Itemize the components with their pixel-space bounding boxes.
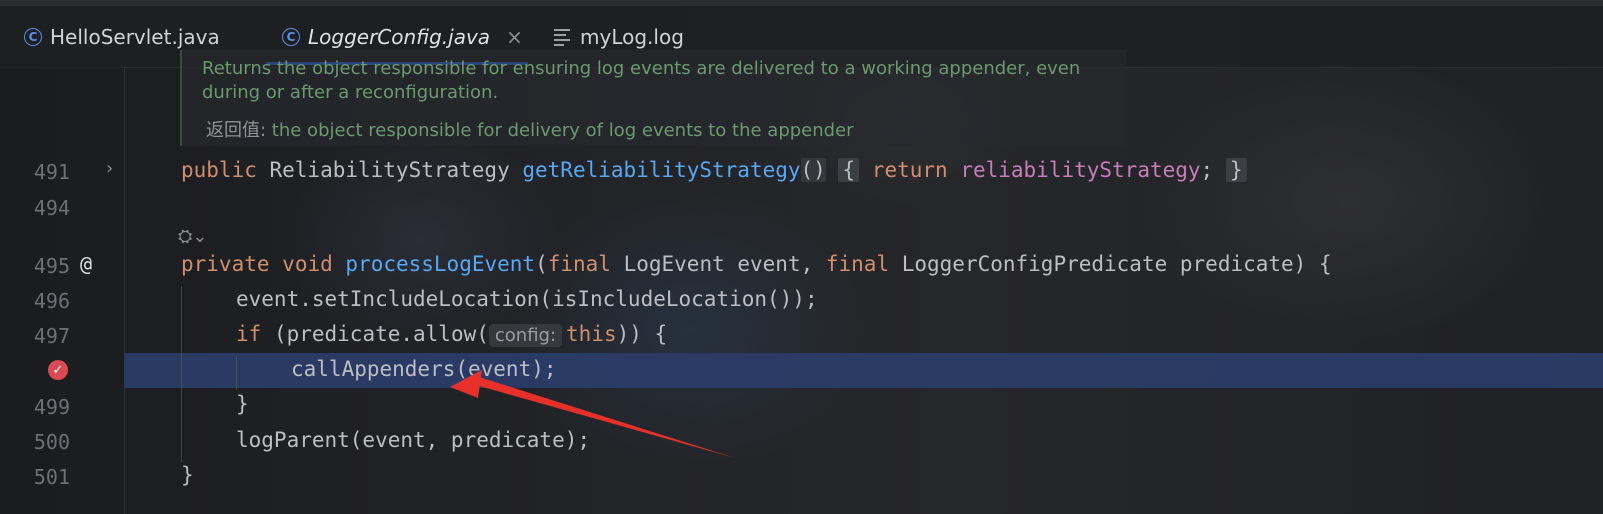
arrow-shaft [472,376,735,458]
arrow-head [450,370,482,398]
annotation-arrow [450,370,735,458]
